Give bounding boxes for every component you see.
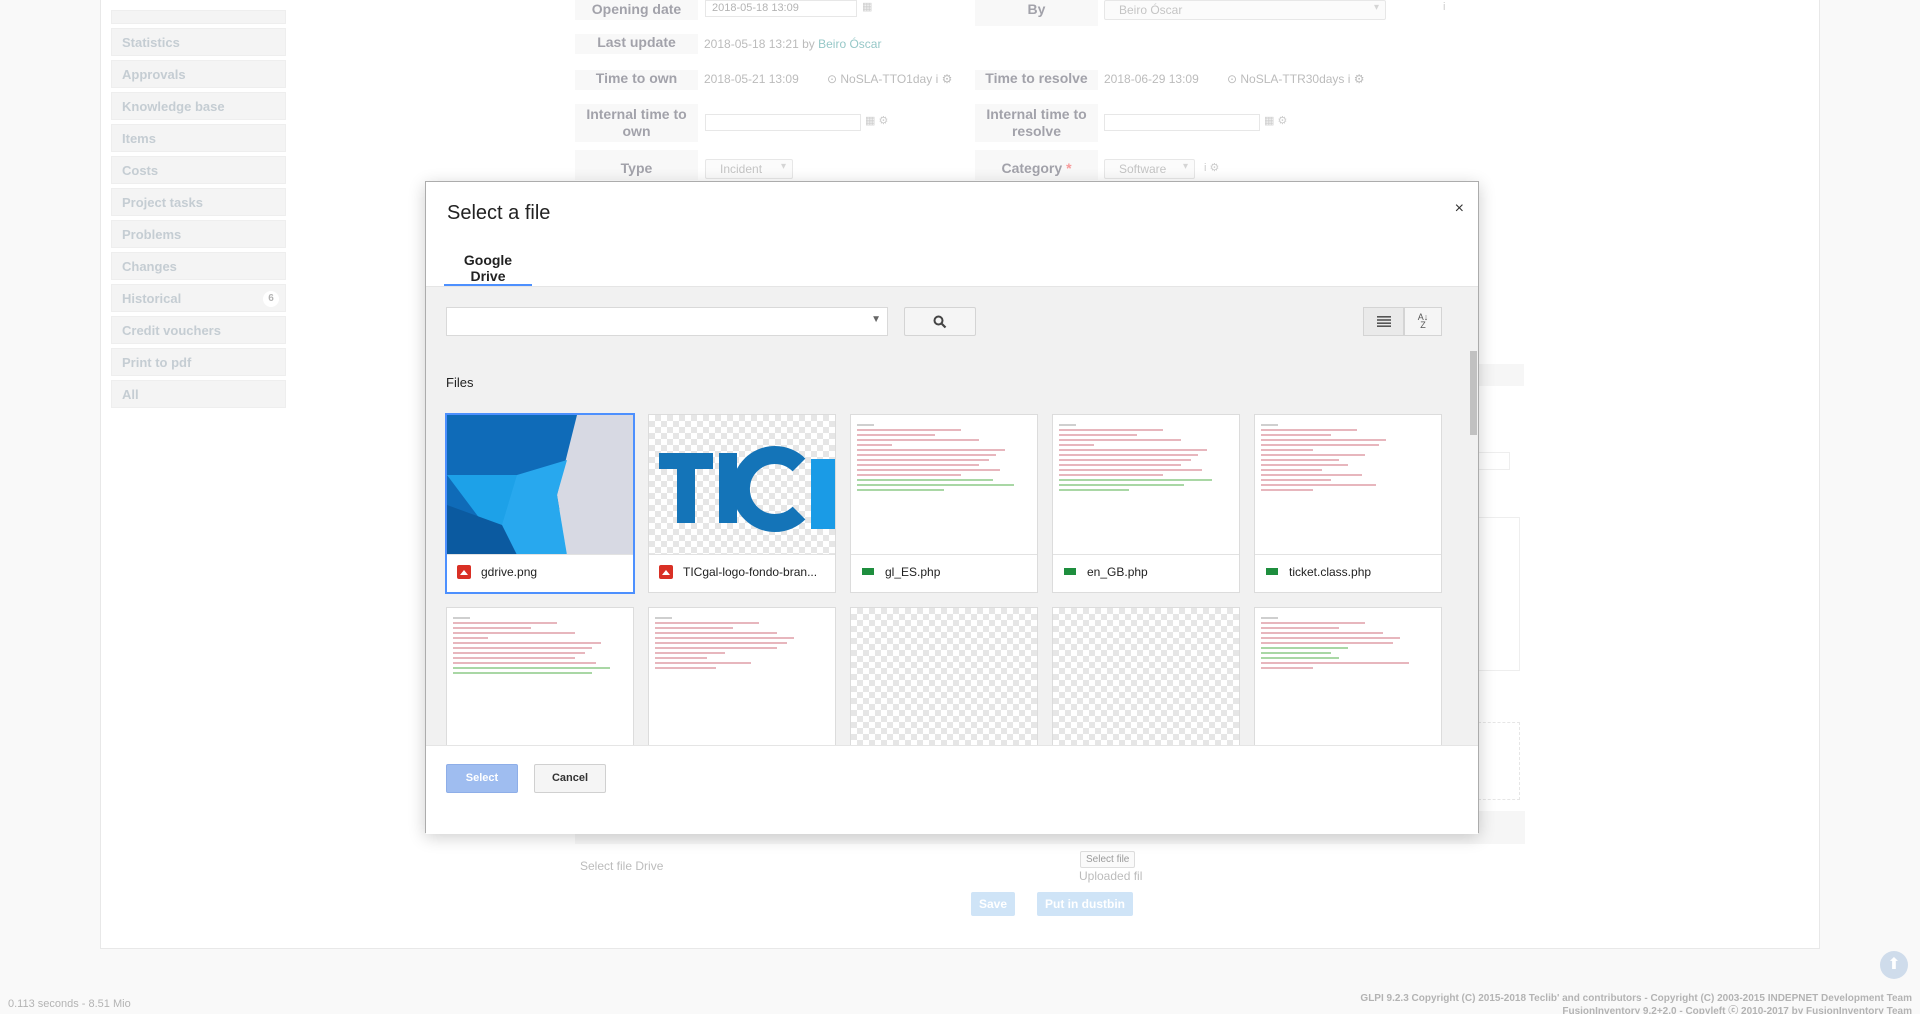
file-name-text: ticket.class.php	[1289, 565, 1372, 579]
image-file-icon	[659, 565, 673, 579]
scrollbar-thumb[interactable]	[1470, 351, 1477, 435]
file-thumbnail	[649, 608, 835, 745]
search-icon	[933, 315, 947, 329]
file-thumbnail	[1053, 415, 1239, 555]
file-name-text: en_GB.php	[1087, 565, 1148, 579]
file-name: TICgal-logo-fondo-bran...	[659, 565, 831, 579]
file-thumbnail	[447, 608, 633, 745]
php-file-icon	[861, 565, 875, 579]
file-name-text: gdrive.png	[481, 565, 538, 579]
image-file-icon	[457, 565, 471, 579]
file-tile[interactable]	[850, 607, 1038, 745]
file-thumbnail	[851, 608, 1037, 745]
file-tile[interactable]	[1254, 607, 1442, 745]
chevron-down-icon[interactable]: ▼	[871, 314, 881, 325]
list-view-button[interactable]	[1363, 307, 1404, 336]
google-drive-file-picker: Select a file × Google Drive ▼ A↓ Z Files	[425, 181, 1479, 834]
search-button[interactable]	[904, 307, 976, 336]
select-button[interactable]: Select	[446, 764, 518, 793]
file-name: en_GB.php	[1063, 565, 1235, 579]
file-tile[interactable]: gl_ES.php	[850, 414, 1038, 593]
file-thumbnail	[447, 415, 633, 555]
cancel-button[interactable]: Cancel	[534, 764, 606, 793]
tab-google-drive[interactable]: Google Drive	[444, 240, 532, 286]
file-name: gl_ES.php	[861, 565, 1033, 579]
file-tile[interactable]: TICgal-logo-fondo-bran...	[648, 414, 836, 593]
file-name: ticket.class.php	[1265, 565, 1437, 579]
file-tile[interactable]: ticket.class.php	[1254, 414, 1442, 593]
file-name: gdrive.png	[457, 565, 629, 579]
picker-footer: Select Cancel	[426, 745, 1478, 834]
php-file-icon	[1265, 565, 1279, 579]
file-tile[interactable]: gdrive.png	[446, 414, 634, 593]
picker-title: Select a file	[447, 202, 551, 224]
file-thumbnail	[1255, 415, 1441, 555]
sort-az-button[interactable]: A↓ Z	[1404, 307, 1442, 336]
file-thumbnail	[1053, 608, 1239, 745]
php-file-icon	[1063, 565, 1077, 579]
file-name-text: gl_ES.php	[885, 565, 941, 579]
close-icon[interactable]: ×	[1455, 200, 1464, 218]
file-tile[interactable]	[1052, 607, 1240, 745]
search-input[interactable]: ▼	[446, 307, 888, 336]
picker-body: ▼ A↓ Z Files gdrive.png TICgal-logo-fond…	[426, 287, 1478, 745]
file-tile[interactable]	[648, 607, 836, 745]
files-scrollbar[interactable]	[1468, 351, 1478, 745]
file-thumbnail	[851, 415, 1037, 555]
gdrive-logo-image	[447, 415, 633, 554]
files-section-label: Files	[446, 375, 474, 390]
file-tile[interactable]	[446, 607, 634, 745]
sort-az-icon: A↓ Z	[1417, 312, 1429, 330]
file-tile[interactable]: en_GB.php	[1052, 414, 1240, 593]
ticgal-logo-image	[659, 446, 835, 532]
file-thumbnail	[1255, 608, 1441, 745]
file-name-text: TICgal-logo-fondo-bran...	[683, 565, 818, 579]
file-thumbnail	[649, 415, 835, 555]
list-view-icon	[1376, 316, 1391, 327]
